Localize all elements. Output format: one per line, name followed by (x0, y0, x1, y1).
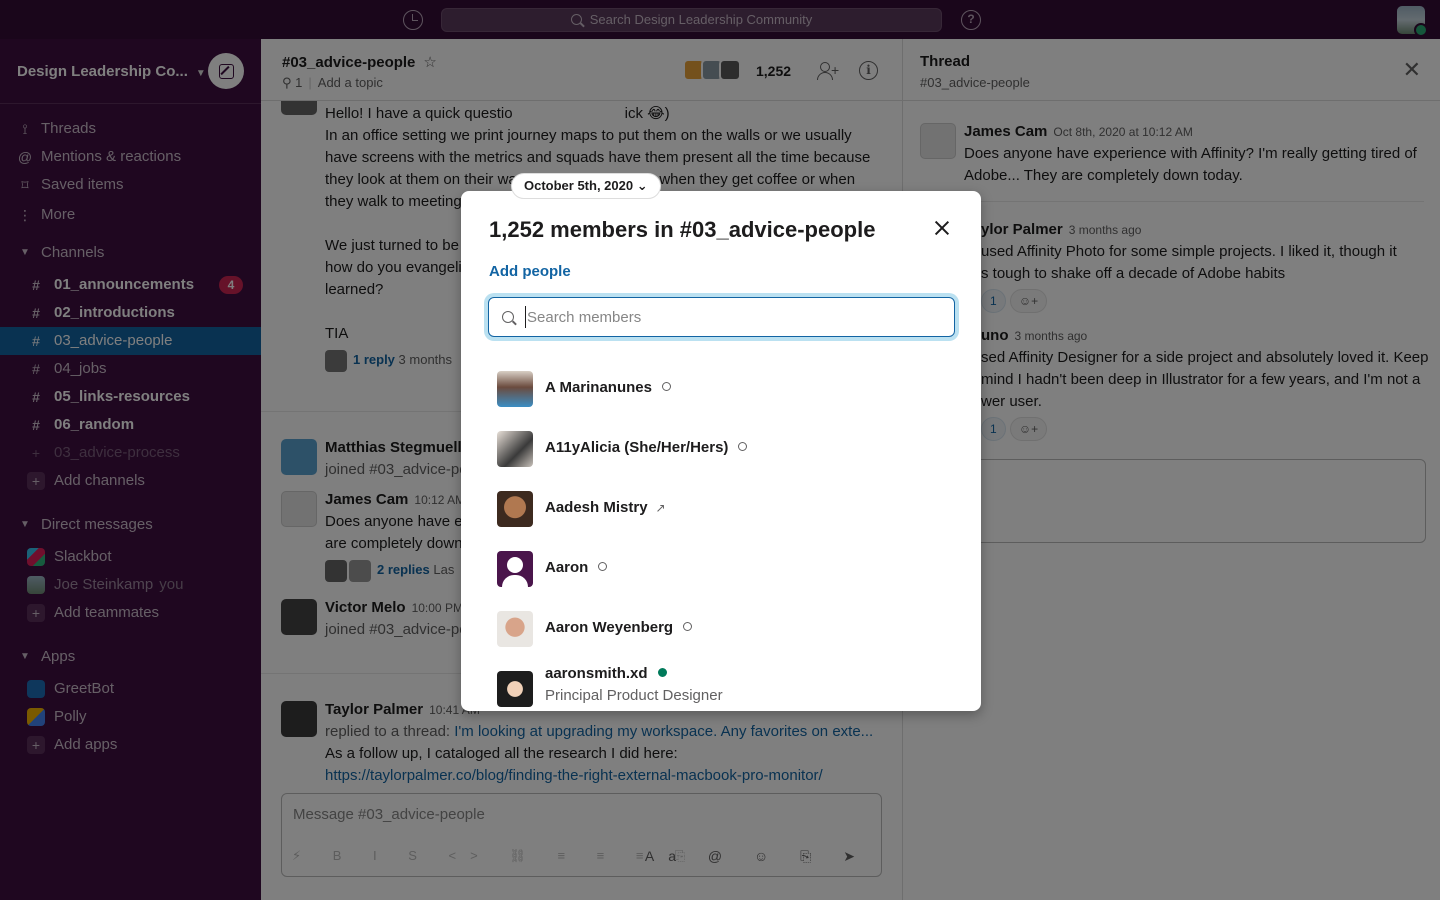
external-link-icon: ↗ (655, 501, 666, 515)
members-modal: 1,252 members in #03_advice-people Add p… (461, 191, 981, 711)
date-divider[interactable]: October 5th, 2020 ⌄ (511, 173, 661, 199)
add-people-button[interactable]: Add people (489, 263, 571, 280)
close-icon[interactable] (931, 217, 953, 239)
avatar (497, 431, 533, 467)
default-avatar-icon (502, 575, 528, 587)
default-avatar-icon (507, 557, 523, 573)
away-status-icon (661, 382, 671, 391)
avatar (497, 551, 533, 587)
search-icon (502, 311, 514, 323)
avatar (497, 491, 533, 527)
away-status-icon (738, 442, 748, 451)
member-row[interactable]: Aadesh Mistry ↗ (461, 475, 981, 535)
member-search[interactable] (488, 297, 955, 337)
avatar (497, 671, 533, 707)
modal-title: 1,252 members in #03_advice-people (489, 217, 876, 242)
away-status-icon (598, 562, 608, 571)
member-row[interactable]: A11yAlicia (She/Her/Hers) (461, 415, 981, 475)
member-row[interactable]: A Marinanunes (461, 355, 981, 415)
member-row[interactable]: Aaron (461, 535, 981, 595)
avatar (497, 611, 533, 647)
away-status-icon (683, 622, 693, 631)
search-members-input[interactable] (525, 306, 945, 328)
member-row[interactable]: Aaron Weyenberg (461, 595, 981, 655)
member-row[interactable]: aaronsmith.xd Principal Product Designer (461, 655, 981, 711)
active-status-icon (657, 668, 667, 677)
avatar (497, 371, 533, 407)
